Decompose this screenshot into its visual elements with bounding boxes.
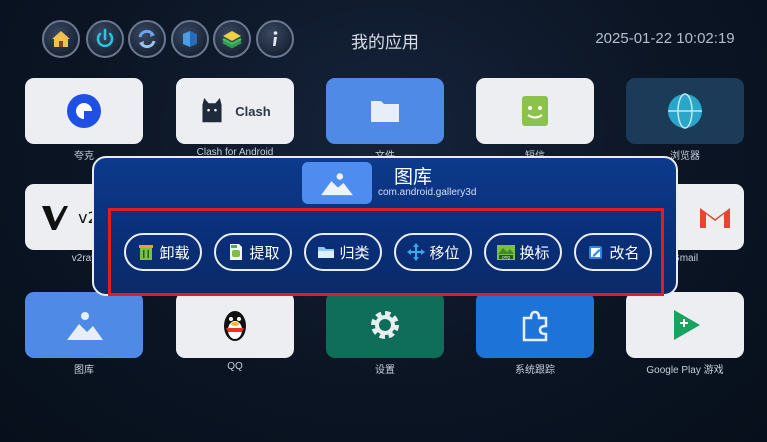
top-bar: 我的应用 2025-01-22 10:02:19 bbox=[0, 0, 767, 70]
extract-label: 提取 bbox=[249, 243, 280, 262]
app-gallery[interactable] bbox=[25, 292, 143, 358]
rename-label: 改名 bbox=[609, 243, 640, 262]
android-sms-icon bbox=[522, 96, 548, 126]
qq-penguin-icon bbox=[224, 311, 246, 341]
clash-logo-text: Clash bbox=[235, 103, 271, 119]
app-google-play-games[interactable] bbox=[626, 292, 744, 358]
v2ray-logo-icon bbox=[42, 206, 69, 230]
app-system-trace[interactable] bbox=[476, 292, 594, 358]
app-browser[interactable] bbox=[626, 78, 744, 144]
apk-extract-icon bbox=[230, 244, 243, 260]
change-icon-label: 换标 bbox=[519, 243, 550, 262]
categorize-label: 归类 bbox=[339, 243, 370, 262]
page-title: 我的应用 bbox=[351, 33, 419, 53]
app-clash[interactable]: Clash bbox=[176, 78, 294, 144]
app-qq[interactable] bbox=[176, 292, 294, 358]
cat-icon bbox=[202, 98, 222, 123]
play-games-icon bbox=[674, 310, 700, 340]
globe-icon bbox=[668, 93, 702, 129]
svg-text:png: png bbox=[503, 255, 511, 260]
move-button[interactable]: 移位 bbox=[394, 233, 472, 271]
gallery-mountain-icon bbox=[67, 312, 103, 340]
app-sms[interactable] bbox=[476, 78, 594, 144]
png-image-icon: png bbox=[497, 245, 516, 260]
refresh-icon[interactable] bbox=[128, 20, 166, 58]
uninstall-label: 卸载 bbox=[159, 243, 190, 262]
clock: 2025-01-22 10:02:19 bbox=[595, 30, 735, 47]
app-label: QQ bbox=[227, 361, 243, 372]
gear-icon bbox=[371, 311, 399, 339]
dialog-title: 图库 bbox=[394, 166, 433, 188]
app-label: Google Play 游戏 bbox=[646, 365, 724, 376]
trash-icon bbox=[139, 245, 154, 260]
app-files[interactable] bbox=[326, 78, 444, 144]
cube-icon[interactable] bbox=[171, 20, 209, 58]
gallery-mountain-icon bbox=[321, 173, 353, 196]
categorize-button[interactable]: 归类 bbox=[304, 233, 382, 271]
app-label: 图库 bbox=[74, 365, 94, 376]
app-quark[interactable] bbox=[25, 78, 143, 144]
edit-icon bbox=[589, 246, 603, 259]
folder-icon bbox=[318, 247, 335, 258]
layers-icon[interactable] bbox=[213, 20, 251, 58]
app-settings[interactable] bbox=[326, 292, 444, 358]
power-icon[interactable] bbox=[86, 20, 124, 58]
quark-icon bbox=[67, 94, 101, 128]
home-icon[interactable] bbox=[42, 20, 80, 58]
extract-button[interactable]: 提取 bbox=[214, 233, 292, 271]
package-name: com.android.gallery3d bbox=[378, 187, 477, 198]
uninstall-button[interactable]: 卸载 bbox=[124, 233, 202, 271]
app-options-dialog: 图库 com.android.gallery3d 卸载 提取 归类 移位 png… bbox=[92, 156, 678, 296]
move-label: 移位 bbox=[429, 243, 460, 262]
rename-button[interactable]: 改名 bbox=[574, 233, 652, 271]
puzzle-icon bbox=[522, 310, 548, 342]
move-arrows-icon bbox=[407, 243, 426, 261]
gmail-icon bbox=[700, 208, 730, 228]
app-label: 设置 bbox=[375, 365, 395, 376]
gallery-app-icon bbox=[302, 162, 372, 204]
change-icon-button[interactable]: png 换标 bbox=[484, 233, 562, 271]
info-icon[interactable] bbox=[256, 20, 294, 58]
app-label: 系统跟踪 bbox=[515, 365, 555, 376]
folder-icon bbox=[371, 101, 399, 122]
